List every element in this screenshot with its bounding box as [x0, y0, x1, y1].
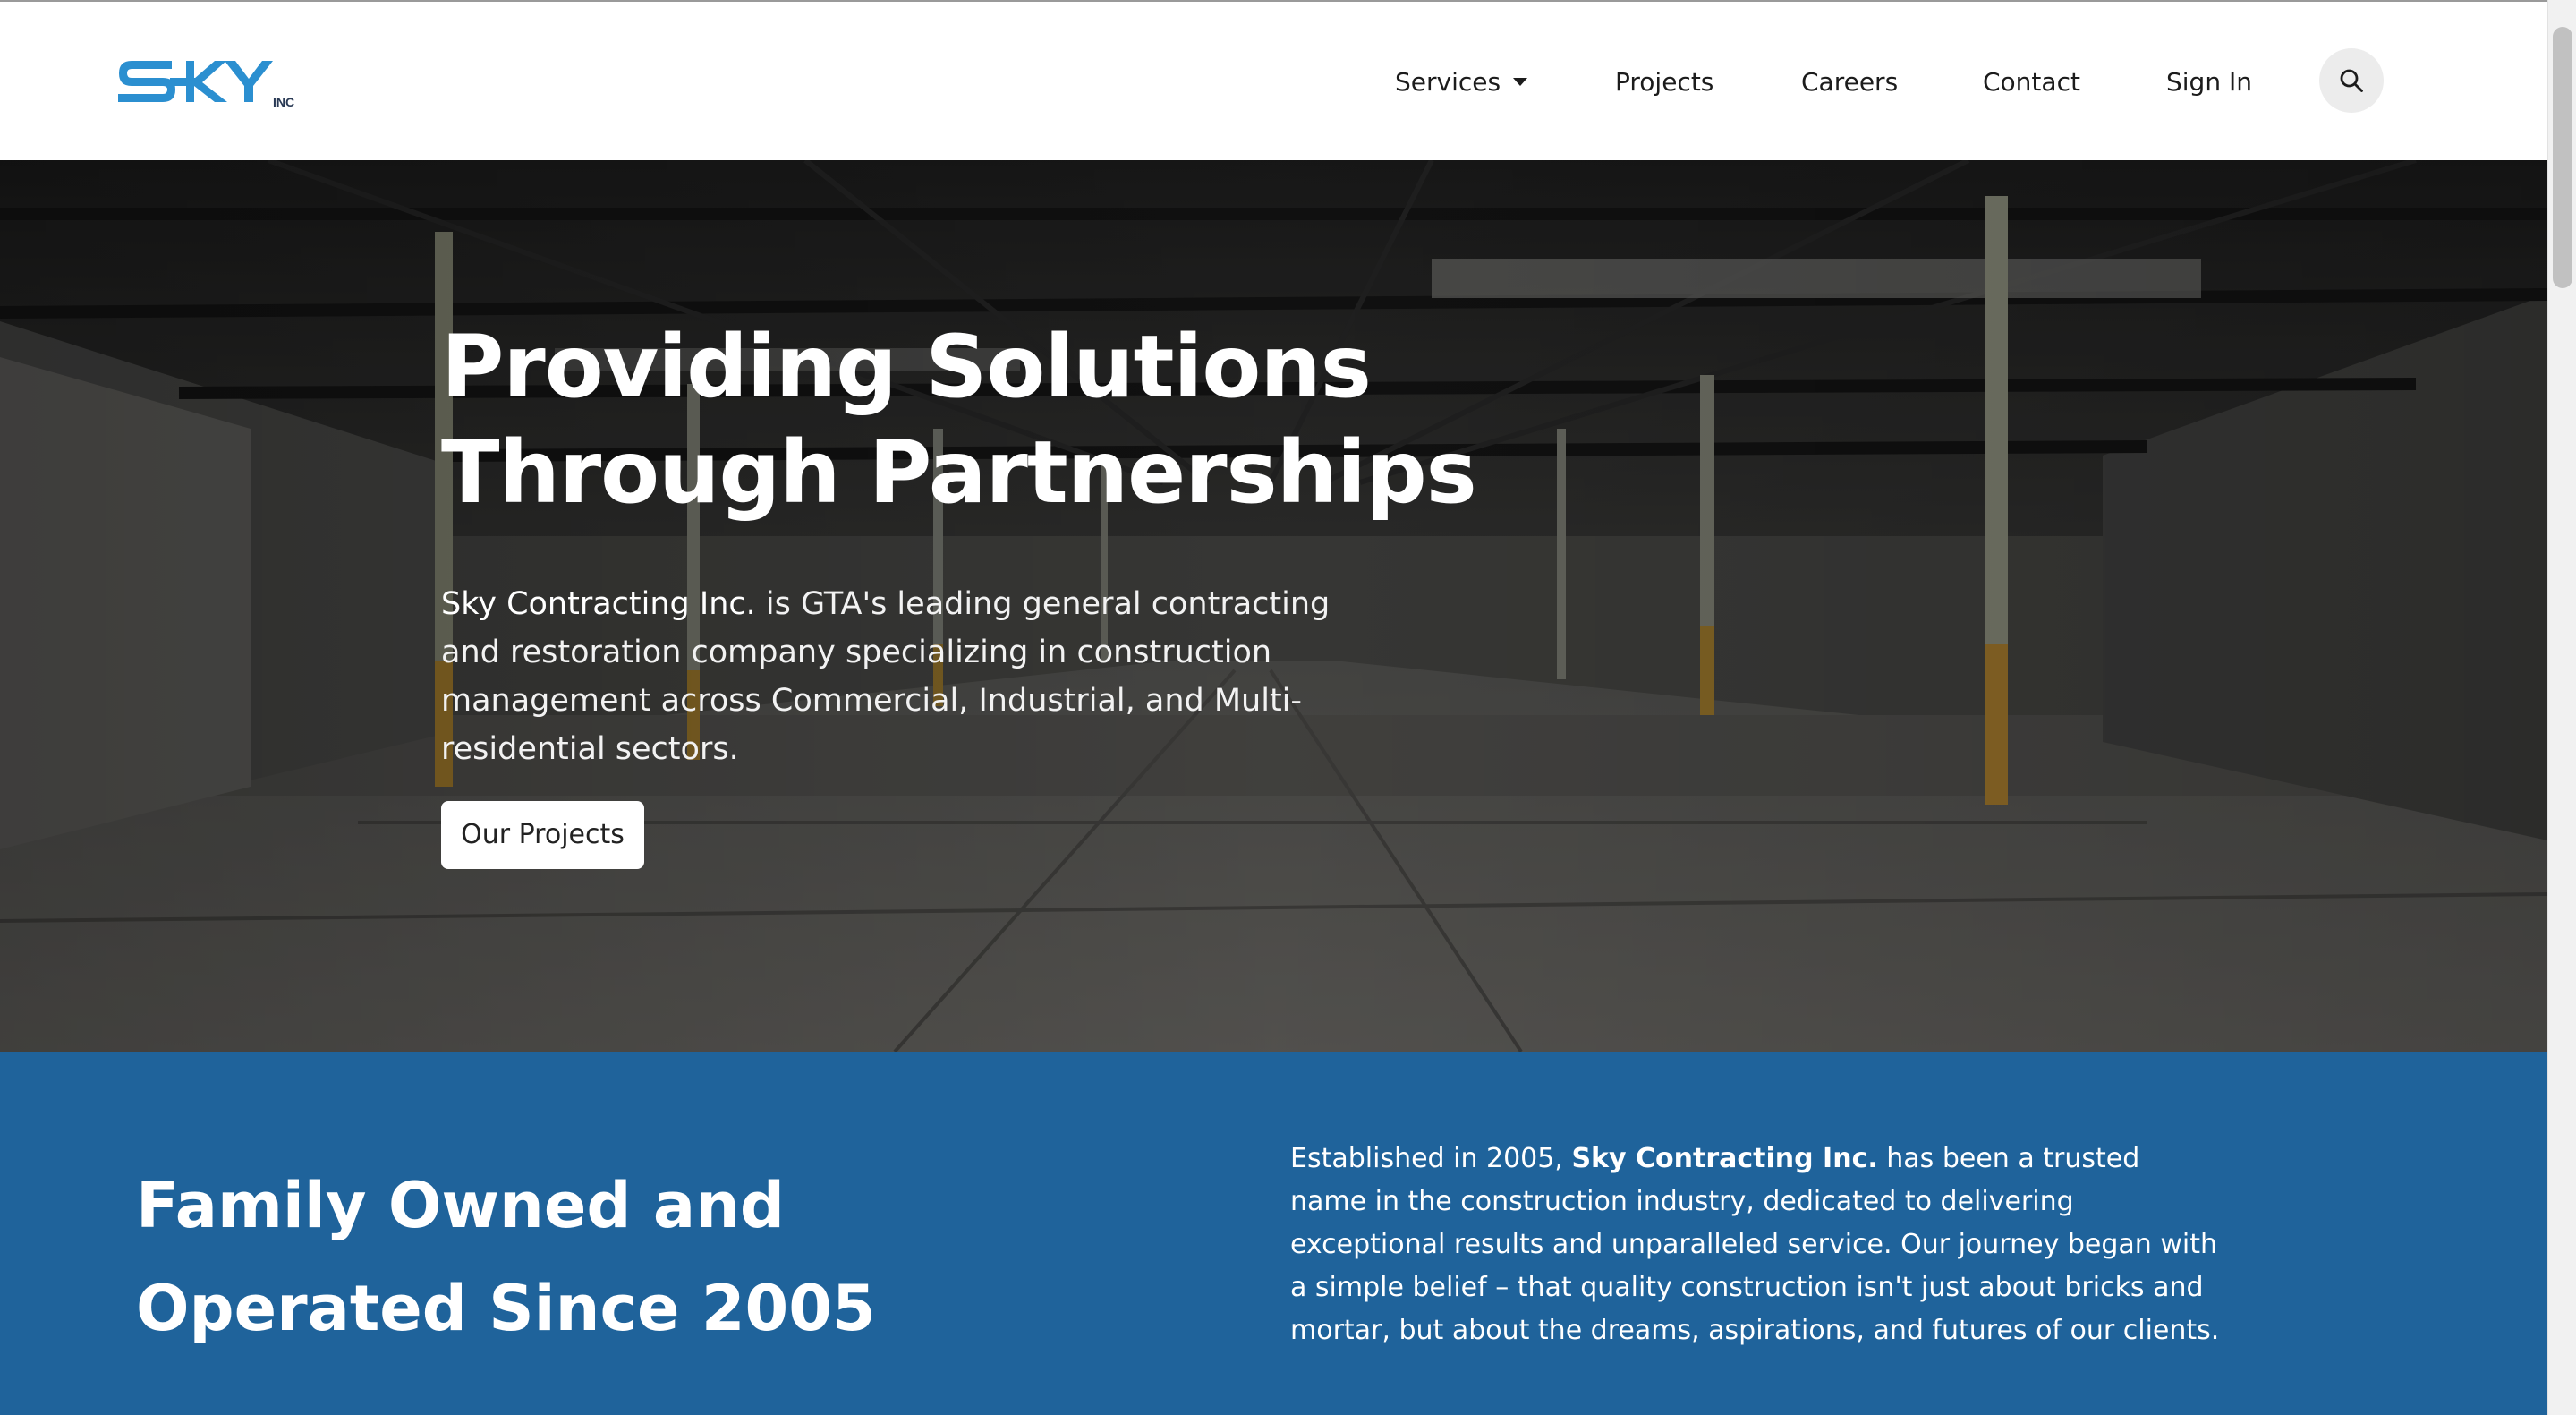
search-icon	[2340, 69, 2363, 92]
main-nav: Services Projects Careers Contact Sign I…	[0, 2, 2547, 160]
about-section: Family Owned and Operated Since 2005 Est…	[0, 1052, 2547, 1415]
hero-section: Providing Solutions Through Partnerships…	[0, 160, 2547, 1052]
nav-projects[interactable]: Projects	[1615, 66, 1713, 98]
hero-title: Providing Solutions Through Partnerships	[441, 314, 1515, 525]
about-title-line-2: Operated Since 2005	[136, 1272, 876, 1345]
nav-services-label: Services	[1395, 67, 1501, 97]
nav-contact[interactable]: Contact	[1983, 66, 2080, 98]
hero-description-brand: Sky Contracting Inc.	[441, 586, 756, 622]
site-header: INC Services Projects Careers Contact Si…	[0, 2, 2547, 160]
search-button[interactable]	[2319, 48, 2384, 113]
about-text-brand: Sky Contracting Inc.	[1571, 1143, 1878, 1174]
chevron-down-icon	[1513, 78, 1528, 86]
about-text-intro: Established in 2005,	[1290, 1143, 1572, 1174]
page-scrollbar[interactable]	[2547, 0, 2576, 1415]
nav-careers[interactable]: Careers	[1801, 66, 1898, 98]
nav-services[interactable]: Services	[1395, 66, 1528, 98]
about-title-line-1: Family Owned and	[136, 1169, 786, 1242]
scrollbar-thumb[interactable]	[2553, 27, 2572, 288]
hero-title-line-2: Through Partnerships	[441, 422, 1477, 523]
about-title: Family Owned and Operated Since 2005	[136, 1155, 1120, 1360]
page: INC Services Projects Careers Contact Si…	[0, 0, 2576, 1415]
hero-description: Sky Contracting Inc. is GTA's leading ge…	[441, 580, 1390, 773]
nav-sign-in[interactable]: Sign In	[2166, 66, 2252, 98]
hero-title-line-1: Providing Solutions	[441, 317, 1372, 417]
about-text: Established in 2005, Sky Contracting Inc…	[1290, 1138, 2221, 1352]
our-projects-button[interactable]: Our Projects	[441, 801, 644, 869]
